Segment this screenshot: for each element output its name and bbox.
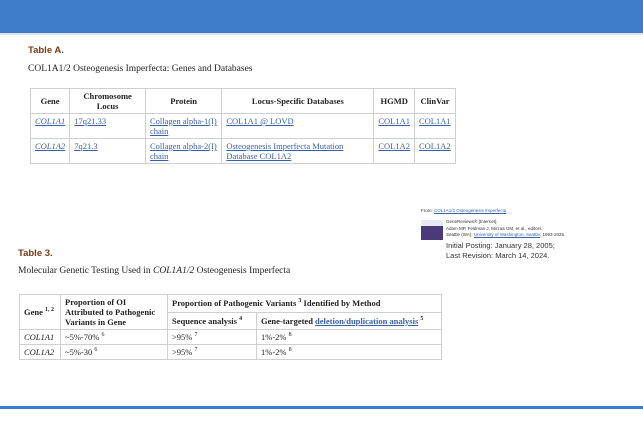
citation-source-link[interactable]: COL1A1/2 Osteogenesis Imperfecta [434,208,506,213]
lsdb-link[interactable]: Osteogenesis Imperfecta Mutation Databas… [226,141,343,161]
clinvar-link[interactable]: COL1A1 [419,116,451,126]
bottom-divider [0,406,643,409]
oi-proportion-cell: ~5%-30 6 [60,344,168,360]
header-hgmd: HGMD [373,88,415,114]
oi-proportion-cell: ~5%-70% 6 [60,329,168,345]
gene-link-col1a2[interactable]: COL1A2 [35,141,65,151]
citation-block: From: COL1A1/2 Osteogenesis Imperfecta G… [421,208,641,260]
hgmd-link[interactable]: COL1A1 [378,116,410,126]
genes-databases-table: Gene Chromosome Locus Protein Locus-Spec… [29,88,456,164]
protein-link[interactable]: Collagen alpha-1(I) chain [150,116,217,136]
table-row: COL1A1 17q21.33 Collagen alpha-1(I) chai… [29,113,456,139]
locus-link[interactable]: 7q21.3 [74,141,97,151]
gene-link-col1a1[interactable]: COL1A1 [35,116,65,126]
header-method-group: Proportion of Pathogenic Variants 3 Iden… [167,294,442,313]
deletion-duplication-cell: 1%-2% 8 [256,344,442,360]
top-banner [0,0,643,33]
header-clinvar: ClinVar [414,88,456,114]
citation-from-label: From: [421,208,433,213]
initial-posting-date: Initial Posting: January 28, 2005; [446,241,555,250]
table-row: COL1A2 ~5%-30 6 >95% 7 1%-2% 8 [19,344,442,360]
deletion-duplication-cell: 1%-2% 8 [256,329,442,345]
header-gene: Gene [29,88,71,114]
table-3-label: Table 3. [18,248,53,259]
last-revision-date: Last Revision: March 14, 2024. [446,251,550,260]
publisher-link[interactable]: University of Washington, Seattle [474,232,540,237]
table-a-caption: COL1A1/2 Osteogenesis Imperfecta: Genes … [28,64,253,74]
molecular-testing-table: Gene 1, 2 Proportion of OI Attributed to… [19,294,442,360]
header-locus-specific-databases: Locus-Specific Databases [221,88,375,114]
table-a-label: Table A. [28,45,64,56]
table-3-caption: Molecular Genetic Testing Used in COL1A1… [18,266,291,276]
sequence-analysis-cell: >95% 7 [167,344,257,360]
header-deletion-duplication: Gene-targeted deletion/duplication analy… [256,311,442,330]
table-header-row: Gene Chromosome Locus Protein Locus-Spec… [29,88,456,114]
gene-cell: COL1A2 [19,344,61,360]
deletion-duplication-link[interactable]: deletion/duplication analysis [315,316,418,326]
header-sequence-analysis: Sequence analysis 4 [167,311,257,330]
header-proportion-oi: Proportion of OI Attributed to Pathogeni… [60,294,168,330]
header-chromosome-locus: Chromosome Locus [69,88,146,114]
top-divider [0,33,643,35]
clinvar-link[interactable]: COL1A2 [419,141,451,151]
header-gene: Gene 1, 2 [19,294,61,330]
book-cover-thumbnail[interactable] [421,226,443,240]
lsdb-link[interactable]: COL1A1 @ LOVD [226,116,293,126]
gene-cell: COL1A1 [19,329,61,345]
sequence-analysis-cell: >95% 7 [167,329,257,345]
table-row: COL1A1 ~5%-70% 6 >95% 7 1%-2% 8 [19,329,442,345]
header-protein: Protein [144,88,223,114]
table-row: COL1A2 7q21.3 Collagen alpha-2(I) chain … [29,138,456,164]
locus-link[interactable]: 17q21.33 [74,116,106,126]
protein-link[interactable]: Collagen alpha-2(I) chain [150,141,217,161]
hgmd-link[interactable]: COL1A2 [378,141,410,151]
table-header-row: Gene 1, 2 Proportion of OI Attributed to… [19,294,442,330]
